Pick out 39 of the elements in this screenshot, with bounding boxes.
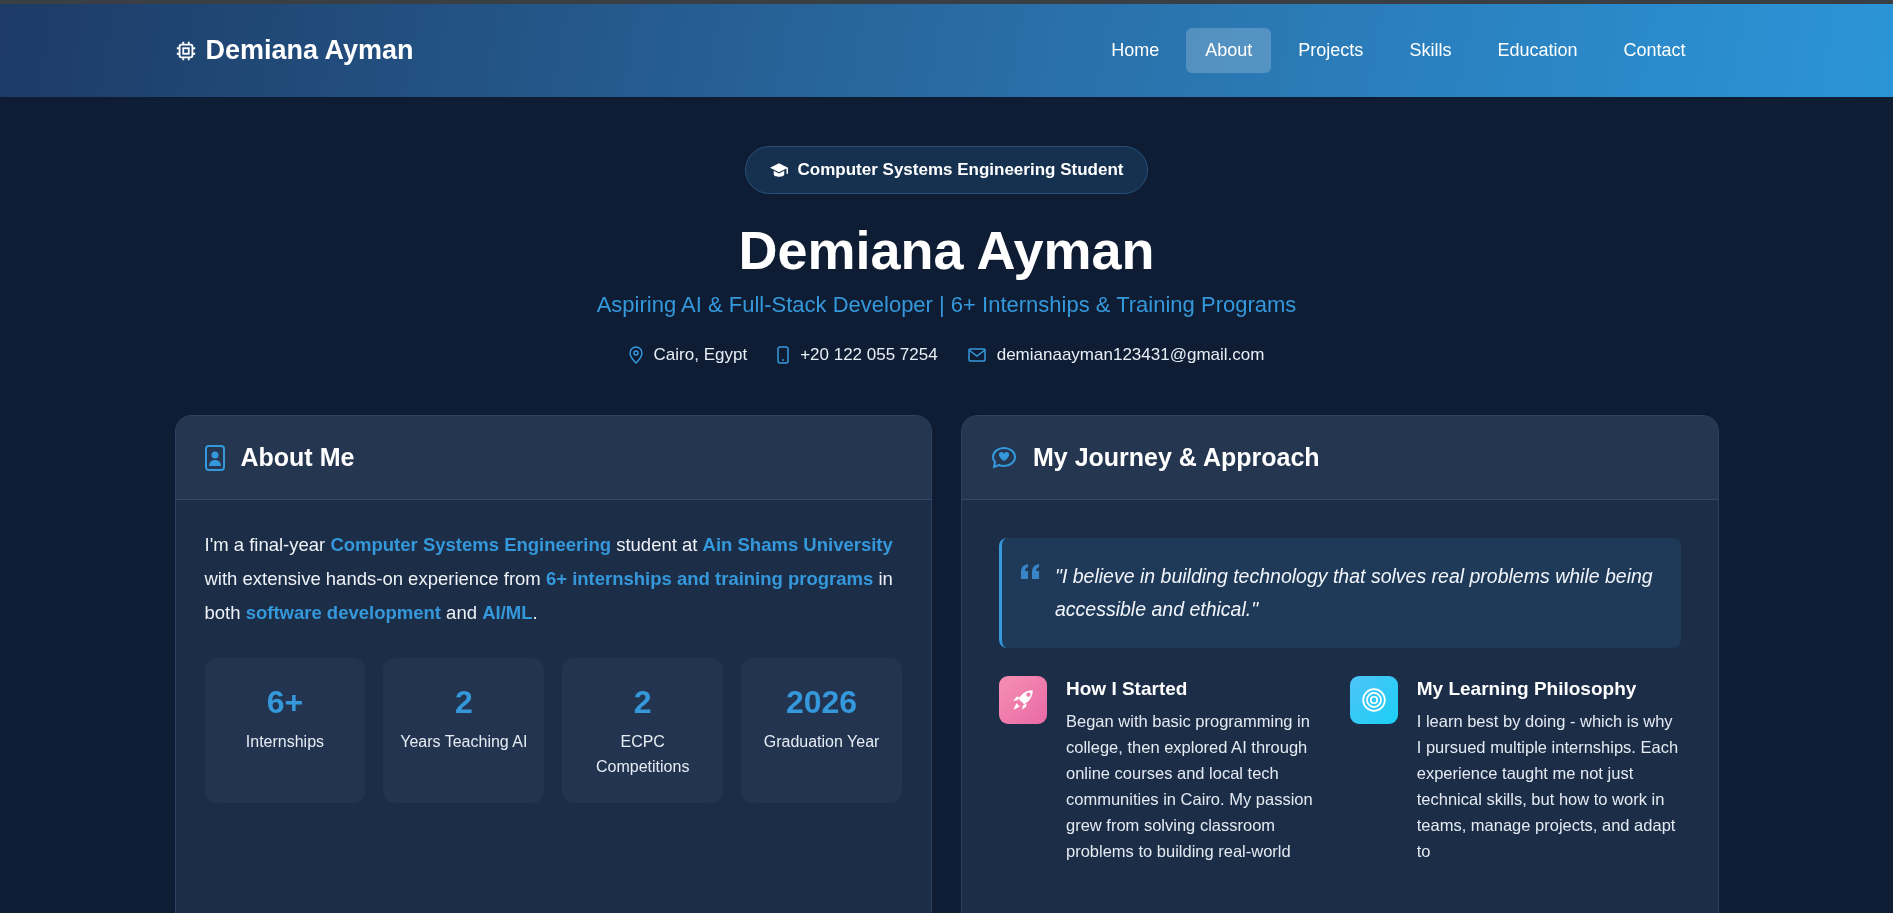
envelope-icon: [967, 348, 986, 362]
stat-label: Years Teaching AI: [399, 732, 529, 752]
graduation-cap-icon: [769, 162, 788, 178]
hero-subtitle: Aspiring AI & Full-Stack Developer | 6+ Internships & Training Programs: [595, 292, 1298, 318]
nav-link[interactable]: Projects: [1279, 28, 1383, 73]
item-title: How I Started: [1066, 678, 1189, 700]
contact-text: Cairo, Egypt: [653, 345, 748, 365]
contact-text: demianaayman123431@gmail.com: [996, 345, 1265, 365]
item-title: My Learning Philosophy: [1416, 678, 1638, 700]
rocket-icon: [999, 676, 1047, 724]
stat-value: 2: [632, 684, 653, 721]
stat-label: Graduation Year: [762, 732, 881, 752]
contact-text: +20 122 055 7254: [800, 345, 938, 365]
chip-icon: [174, 39, 197, 62]
chat-heart-icon: [991, 445, 1017, 470]
item-text: Began with basic programming in college, then explored AI through online courses and local tech communities in Cairo. My passion grew from solving classroom problems to building real-world: [1066, 711, 1314, 862]
badge-text: Computer Systems Engineering Student: [797, 160, 1124, 180]
stat-value: 6+: [265, 684, 305, 721]
target-icon: [1349, 676, 1398, 724]
id-badge-icon: [204, 444, 225, 471]
nav-link[interactable]: Home: [1092, 28, 1179, 73]
location-pin-icon: [628, 346, 643, 364]
card-title: About Me: [240, 443, 355, 472]
quote-icon: [1021, 564, 1041, 580]
nav-link[interactable]: Contact: [1604, 28, 1705, 73]
phone-icon: [777, 346, 790, 364]
stat-label: Internships: [244, 732, 326, 752]
nav-link[interactable]: Education: [1478, 28, 1597, 73]
item-text: I learn best by doing - which is why I pursued multiple internships. Each experience taught me not just technical skills, but how to work in teams, manage projects, and adapt to: [1416, 711, 1680, 862]
stat-label: ECPC Competitions: [595, 732, 691, 777]
hero-name: Demiana Ayman: [737, 219, 1156, 282]
stat-value: 2026: [784, 684, 859, 721]
about-paragraph: I'm a final-year Computer Systems Engineering student at Ain Shams University with extensive hands-on experience from 6+ internships and training programs in both software development and AI/ML.: [204, 533, 894, 625]
card-title: My Journey & Approach: [1033, 443, 1320, 472]
nav-link[interactable]: About: [1186, 28, 1272, 73]
site-logo[interactable]: Demiana Ayman: [205, 35, 414, 66]
stat-value: 2: [453, 684, 474, 721]
nav-link[interactable]: Skills: [1390, 28, 1471, 73]
quote-text: "I believe in building technology that solves real problems while being accessible and ethical.": [1055, 564, 1654, 622]
